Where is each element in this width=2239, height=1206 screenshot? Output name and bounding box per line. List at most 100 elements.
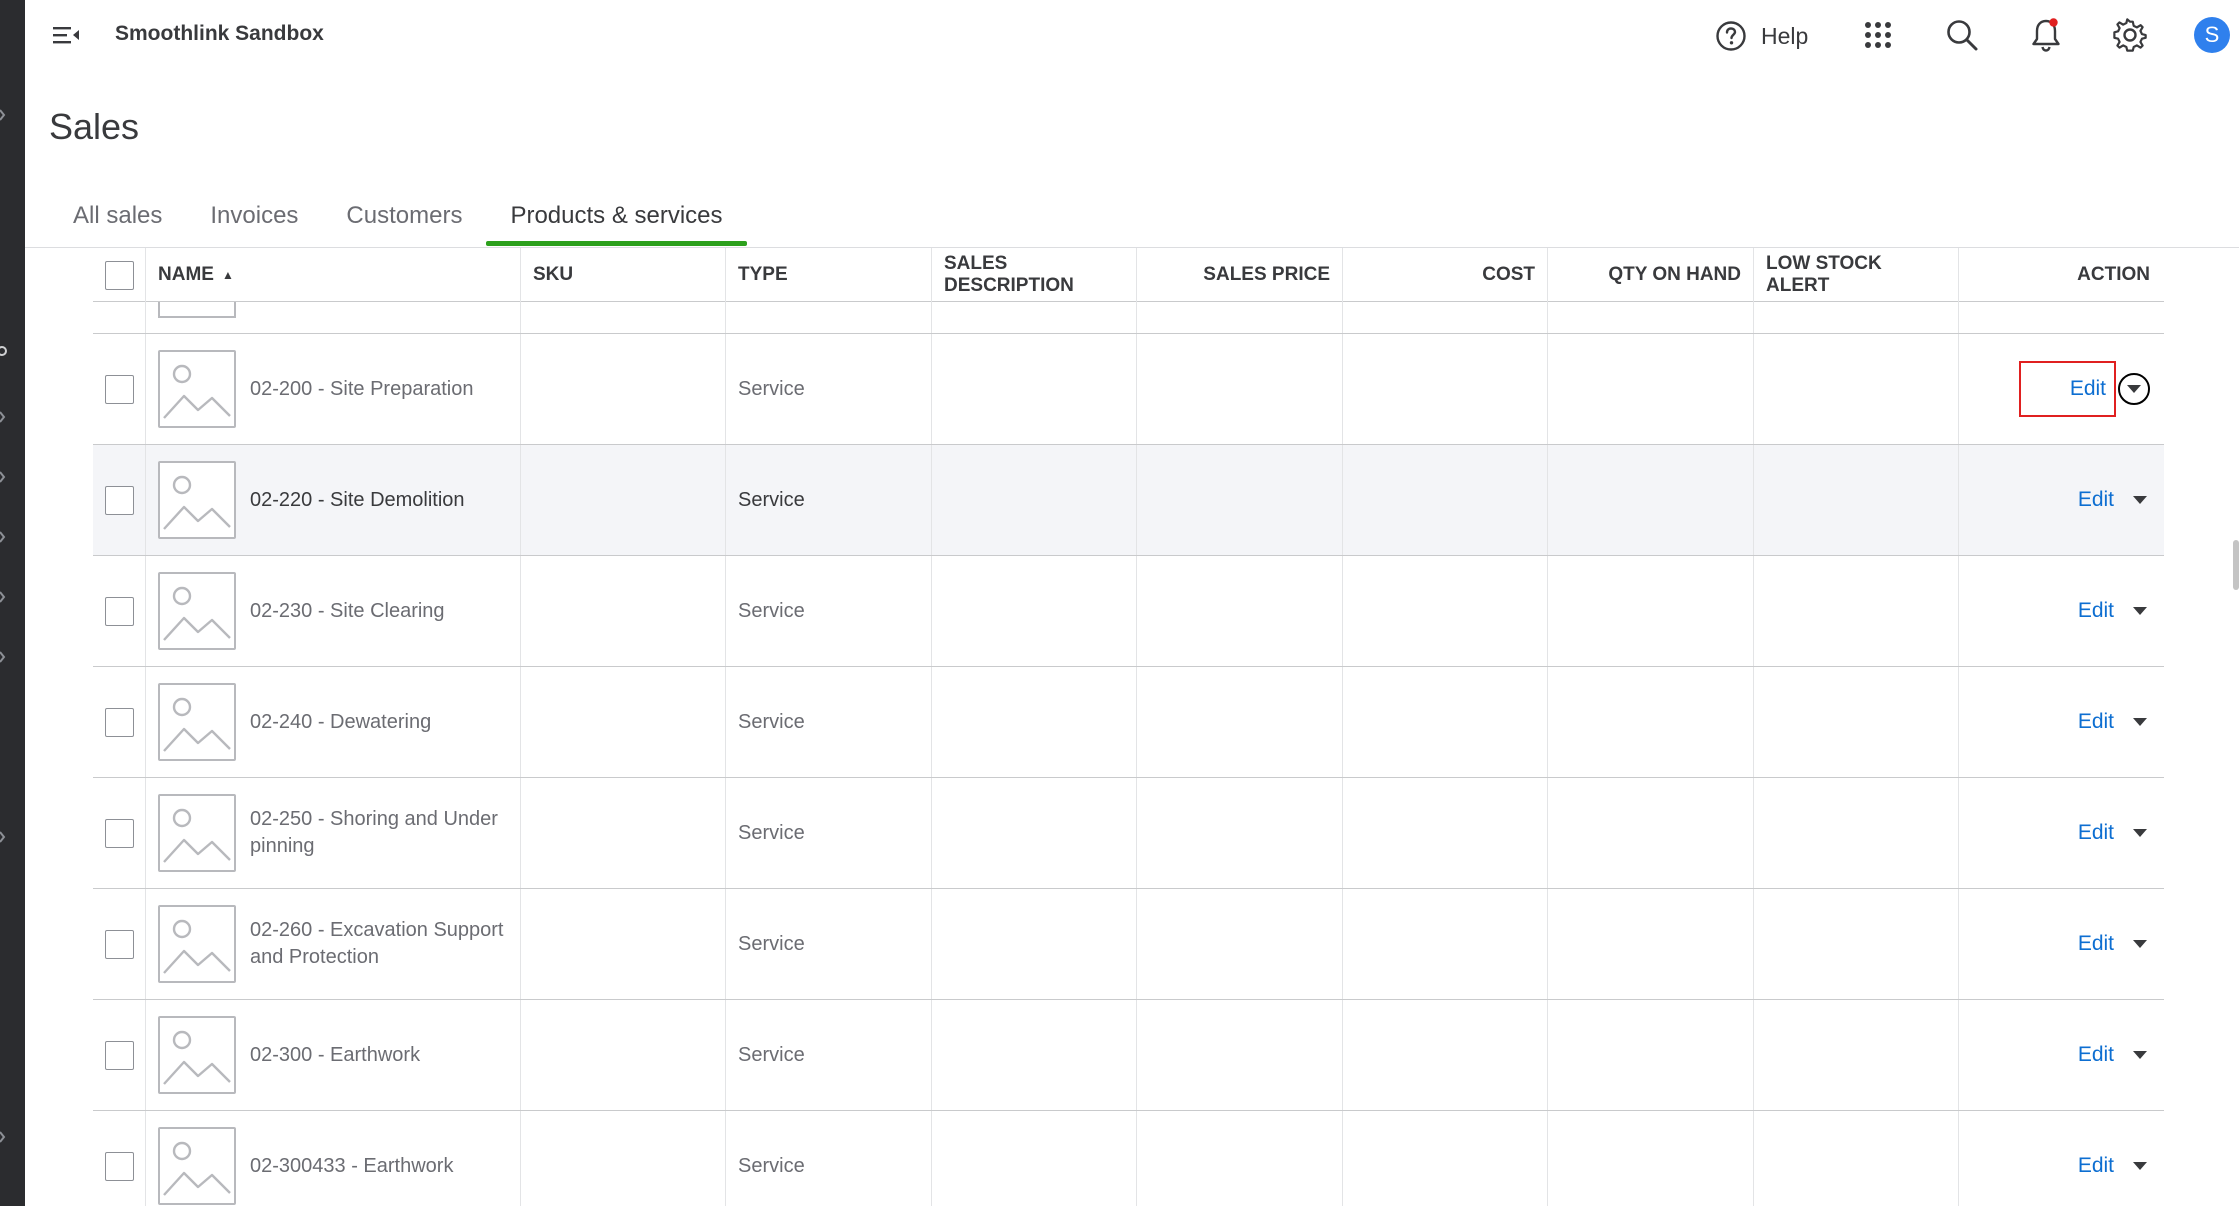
notifications-bell-icon[interactable] bbox=[2028, 17, 2064, 53]
edit-wrap: Edit bbox=[2074, 1043, 2118, 1067]
search-icon[interactable] bbox=[1944, 17, 1980, 53]
item-name: 02-260 - Excavation Support and Protectio… bbox=[250, 919, 504, 968]
rail-chevron-icon[interactable] bbox=[0, 530, 10, 544]
partial-check-cell bbox=[93, 302, 146, 333]
action-dropdown-icon[interactable] bbox=[2130, 601, 2150, 621]
action-dropdown-icon[interactable] bbox=[2130, 1045, 2150, 1065]
image-placeholder-icon[interactable] bbox=[158, 350, 236, 428]
tab-products-services[interactable]: Products & services bbox=[486, 190, 747, 246]
image-placeholder-icon[interactable] bbox=[158, 461, 236, 539]
sales-price-cell bbox=[1137, 556, 1343, 666]
image-placeholder-icon[interactable] bbox=[158, 794, 236, 872]
row-checkbox[interactable] bbox=[104, 374, 134, 404]
row-check-cell bbox=[93, 1111, 146, 1206]
edit-link[interactable]: Edit bbox=[2074, 1043, 2118, 1067]
edit-wrap: Edit bbox=[2074, 932, 2118, 956]
rail-chevron-icon[interactable] bbox=[0, 650, 10, 664]
row-checkbox[interactable] bbox=[104, 707, 134, 737]
name-cell: 02-250 - Shoring and Under pinning bbox=[146, 778, 521, 888]
edit-link[interactable]: Edit bbox=[2066, 377, 2110, 401]
partial-cell bbox=[726, 302, 932, 333]
image-placeholder-icon[interactable] bbox=[158, 683, 236, 761]
edit-link[interactable]: Edit bbox=[2074, 488, 2118, 512]
column-header-sales-price[interactable]: SALES PRICE bbox=[1137, 248, 1343, 302]
name-cell: 02-230 - Site Clearing bbox=[146, 556, 521, 666]
edit-link[interactable]: Edit bbox=[2074, 1154, 2118, 1178]
column-header-type[interactable]: TYPE bbox=[726, 248, 932, 302]
column-header-qty-on-hand[interactable]: QTY ON HAND bbox=[1548, 248, 1754, 302]
item-name: 02-200 - Site Preparation bbox=[250, 377, 474, 400]
row-checkbox[interactable] bbox=[104, 596, 134, 626]
help-button[interactable]: Help bbox=[1715, 16, 1808, 56]
image-placeholder-icon[interactable] bbox=[158, 1127, 236, 1205]
action-cell: Edit bbox=[1959, 445, 2164, 555]
sales-description-cell bbox=[932, 445, 1137, 555]
column-header-action: ACTION bbox=[2077, 264, 2150, 285]
table-header: NAME ▲ SKU TYPE SALES DESCRIPTION SALES P… bbox=[93, 248, 2164, 302]
edit-link[interactable]: Edit bbox=[2074, 932, 2118, 956]
edit-link[interactable]: Edit bbox=[2074, 821, 2118, 845]
tab-customers[interactable]: Customers bbox=[322, 190, 486, 246]
rail-chevron-icon[interactable] bbox=[0, 1130, 10, 1144]
image-placeholder-icon[interactable] bbox=[158, 1016, 236, 1094]
rail-chevron-icon[interactable] bbox=[0, 108, 10, 122]
action-dropdown-icon[interactable] bbox=[2130, 1156, 2150, 1176]
row-checkbox[interactable] bbox=[104, 485, 134, 515]
column-header-sales-description[interactable]: SALES DESCRIPTION bbox=[932, 248, 1137, 302]
row-checkbox[interactable] bbox=[104, 1151, 134, 1181]
image-placeholder-icon[interactable] bbox=[158, 905, 236, 983]
qty-on-hand-cell bbox=[1548, 1111, 1754, 1206]
cost-cell bbox=[1343, 889, 1548, 999]
sku-cell bbox=[521, 1000, 726, 1110]
rail-link-icon[interactable] bbox=[0, 344, 10, 358]
tab-all-sales[interactable]: All sales bbox=[49, 190, 186, 246]
column-header-cost[interactable]: COST bbox=[1343, 248, 1548, 302]
action-cell: Edit bbox=[1959, 556, 2164, 666]
row-checkbox[interactable] bbox=[104, 929, 134, 959]
row-checkbox[interactable] bbox=[104, 818, 134, 848]
qty-on-hand-cell bbox=[1548, 445, 1754, 555]
collapse-menu-icon[interactable] bbox=[51, 20, 81, 50]
name-cell: 02-260 - Excavation Support and Protectio… bbox=[146, 889, 521, 999]
column-header-low-stock-alert[interactable]: LOW STOCK ALERT bbox=[1754, 248, 1959, 302]
user-avatar[interactable]: S bbox=[2194, 17, 2230, 53]
type-cell: Service bbox=[726, 445, 932, 555]
rail-chevron-icon[interactable] bbox=[0, 470, 10, 484]
partial-cell bbox=[1137, 302, 1343, 333]
type-cell: Service bbox=[726, 889, 932, 999]
apps-grid-icon[interactable] bbox=[1860, 17, 1896, 53]
edit-link[interactable]: Edit bbox=[2074, 710, 2118, 734]
rail-chevron-icon[interactable] bbox=[0, 590, 10, 604]
settings-gear-icon[interactable] bbox=[2112, 17, 2148, 53]
action-dropdown-icon[interactable] bbox=[2130, 823, 2150, 843]
row-checkbox[interactable] bbox=[104, 1040, 134, 1070]
rail-chevron-icon[interactable] bbox=[0, 830, 10, 844]
column-header-sku[interactable]: SKU bbox=[521, 248, 726, 302]
table-row: 02-200 - Site Preparation Service Edit bbox=[93, 334, 2164, 445]
name-cell: 02-300433 - Earthwork bbox=[146, 1111, 521, 1206]
qty-on-hand-cell bbox=[1548, 667, 1754, 777]
row-check-cell bbox=[93, 778, 146, 888]
sales-price-cell bbox=[1137, 667, 1343, 777]
row-check-cell bbox=[93, 889, 146, 999]
sku-cell bbox=[521, 1111, 726, 1206]
name-cell: 02-240 - Dewatering bbox=[146, 667, 521, 777]
cost-cell bbox=[1343, 667, 1548, 777]
tab-invoices[interactable]: Invoices bbox=[186, 190, 322, 246]
vertical-scrollbar-thumb[interactable] bbox=[2233, 540, 2239, 590]
table-row: 02-250 - Shoring and Under pinning Servic… bbox=[93, 778, 2164, 889]
action-dropdown-icon[interactable] bbox=[2130, 712, 2150, 732]
action-dropdown-icon[interactable] bbox=[2118, 373, 2150, 405]
image-placeholder-icon[interactable] bbox=[158, 572, 236, 650]
column-header-name[interactable]: NAME ▲ bbox=[146, 248, 521, 302]
select-all-checkbox[interactable] bbox=[104, 260, 134, 290]
action-dropdown-icon[interactable] bbox=[2130, 934, 2150, 954]
edit-link[interactable]: Edit bbox=[2074, 599, 2118, 623]
rail-chevron-icon[interactable] bbox=[0, 410, 10, 424]
qty-on-hand-cell bbox=[1548, 556, 1754, 666]
sort-ascending-icon: ▲ bbox=[221, 268, 234, 282]
low-stock-alert-cell bbox=[1754, 667, 1959, 777]
row-check-cell bbox=[93, 556, 146, 666]
action-dropdown-icon[interactable] bbox=[2130, 490, 2150, 510]
partial-cell bbox=[932, 302, 1137, 333]
